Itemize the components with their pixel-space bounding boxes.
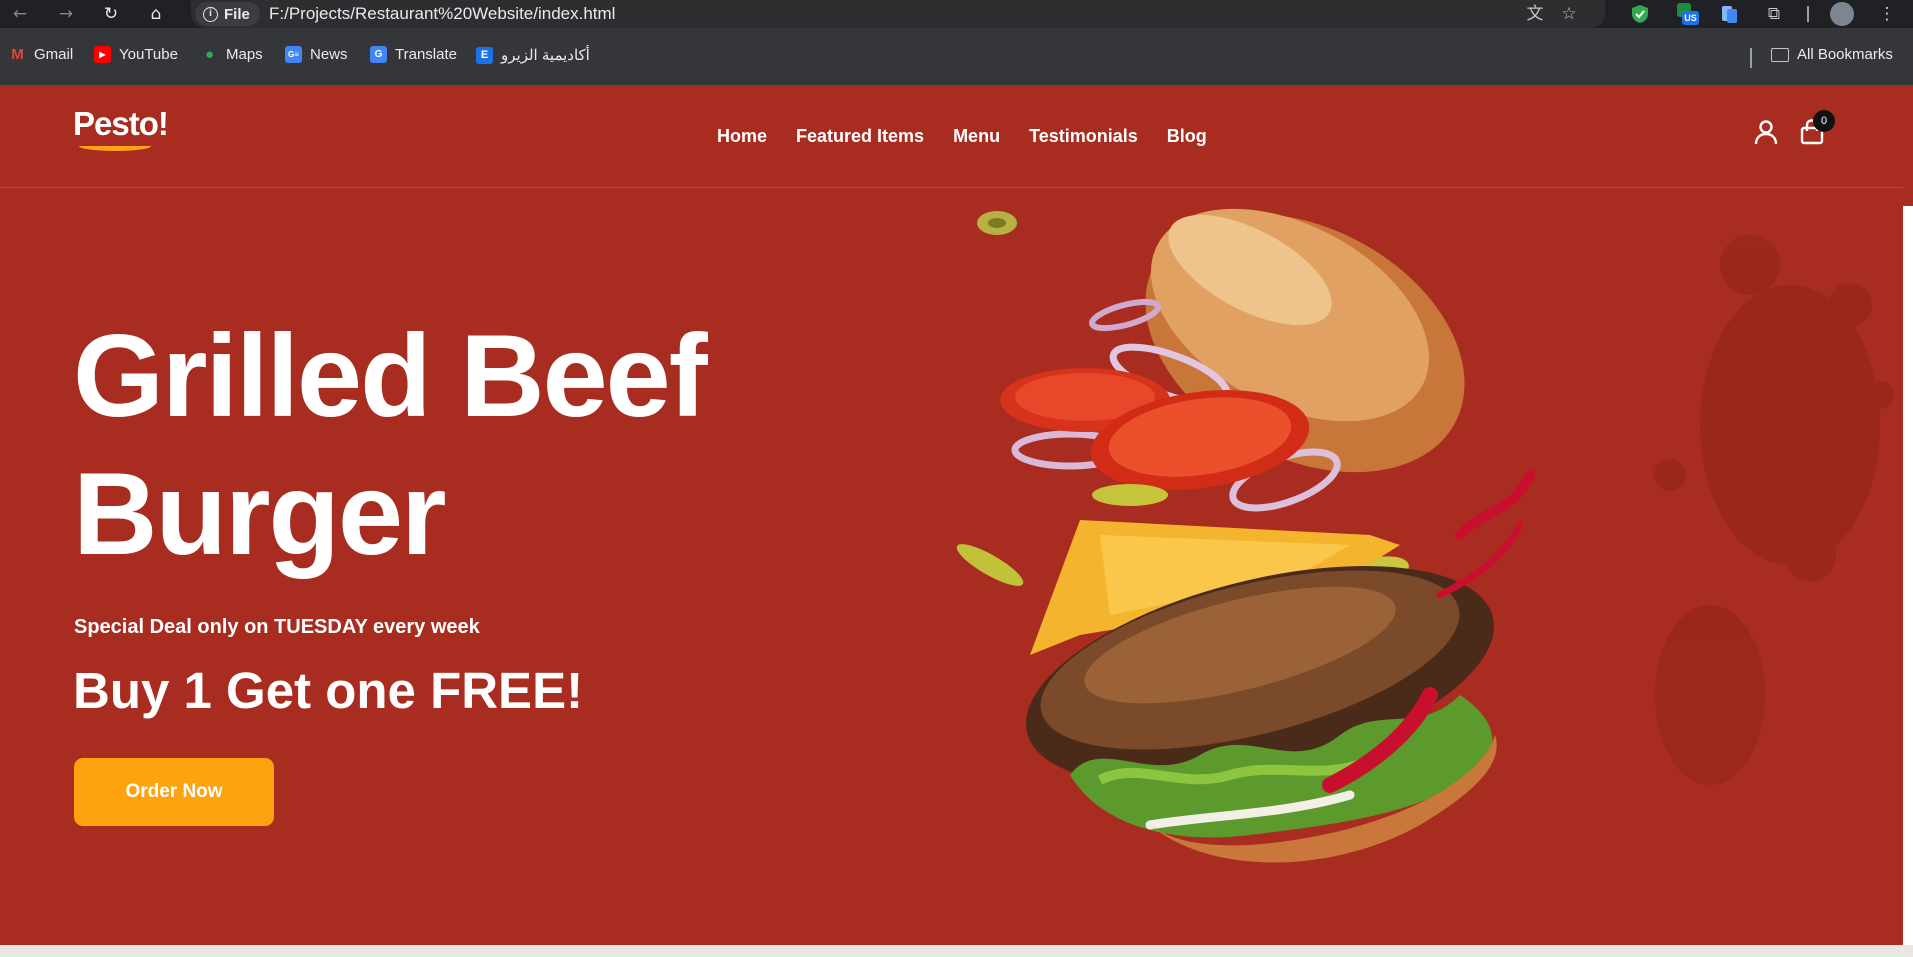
bookmark-label: أكاديمية الزيرو: [501, 47, 590, 64]
bookmark-news[interactable]: G≡ News: [285, 46, 348, 63]
web-page: Pesto! Home Featured Items Menu Testimon…: [0, 85, 1903, 951]
bookmark-label: Maps: [226, 46, 263, 63]
news-icon: G≡: [285, 46, 302, 63]
bookmark-label: Gmail: [34, 46, 74, 63]
youtube-icon: ▶: [94, 46, 111, 63]
site-info-chip[interactable]: i File: [195, 2, 260, 26]
scrollbar-thumb[interactable]: [1903, 206, 1913, 945]
logo-text: Pesto!: [73, 105, 169, 142]
browser-toolbar: ← → ↻ ⌂ i File F:/Projects/Restaurant%20…: [0, 0, 1913, 28]
user-icon[interactable]: [1754, 119, 1778, 145]
bookmarks-bar: M Gmail ▶ YouTube ● Maps G≡ News G Trans…: [0, 28, 1913, 85]
page-bottom-edge: [0, 945, 1913, 957]
bookmarks-divider: [1750, 48, 1752, 68]
gmail-icon: M: [11, 46, 24, 63]
bookmark-maps[interactable]: ● Maps: [201, 46, 263, 63]
docs-extension-icon[interactable]: [1718, 3, 1740, 25]
file-chip-label: File: [224, 5, 250, 23]
bookmark-gmail[interactable]: M Gmail: [9, 46, 73, 63]
cart-count-badge: 0: [1813, 110, 1835, 132]
bookmark-translate[interactable]: G Translate: [370, 46, 457, 63]
nav-menu[interactable]: Menu: [953, 126, 1000, 147]
translate-icon: G: [370, 46, 387, 63]
bookmark-label: YouTube: [119, 46, 178, 63]
hero-title: Grilled Beef Burger: [73, 310, 708, 579]
translate-page-icon[interactable]: 文: [1524, 3, 1546, 25]
bookmark-youtube[interactable]: ▶ YouTube: [94, 46, 178, 63]
order-now-button[interactable]: Order Now: [74, 758, 274, 826]
bookmark-label: News: [310, 46, 348, 63]
vpn-extension-icon[interactable]: US: [1677, 3, 1699, 25]
main-nav: Home Featured Items Menu Testimonials Bl…: [717, 126, 1207, 147]
maps-icon: ●: [204, 46, 215, 63]
back-arrow-icon[interactable]: ←: [8, 2, 32, 26]
folder-icon: [1771, 47, 1789, 62]
info-icon: i: [203, 6, 218, 22]
address-bar[interactable]: i File F:/Projects/Restaurant%20Website/…: [191, 0, 1605, 28]
nav-featured-items[interactable]: Featured Items: [796, 126, 924, 147]
shield-extension-icon[interactable]: [1629, 3, 1651, 25]
nav-home[interactable]: Home: [717, 126, 767, 147]
url-text[interactable]: F:/Projects/Restaurant%20Website/index.h…: [269, 4, 615, 24]
site-logo[interactable]: Pesto!: [73, 105, 173, 155]
reload-icon[interactable]: ↻: [99, 2, 123, 26]
burger-image: [956, 208, 1894, 863]
bookmark-star-icon[interactable]: ☆: [1558, 3, 1580, 25]
hero-offer-text: Buy 1 Get one FREE!: [73, 662, 584, 719]
logo-underline: [79, 141, 151, 151]
more-menu-icon[interactable]: ⋮: [1876, 3, 1898, 25]
bookmark-academy[interactable]: E أكاديمية الزيرو: [476, 46, 590, 64]
hero-deal-text: Special Deal only on TUESDAY every week: [74, 616, 480, 638]
nav-testimonials[interactable]: Testimonials: [1029, 126, 1138, 147]
bookmark-label: Translate: [395, 46, 457, 63]
e-academy-icon: E: [476, 46, 493, 64]
all-bookmarks-button[interactable]: All Bookmarks: [1771, 46, 1893, 63]
profile-avatar[interactable]: [1830, 2, 1854, 26]
home-icon[interactable]: ⌂: [144, 2, 168, 26]
all-bookmarks-label: All Bookmarks: [1797, 46, 1893, 63]
extensions-puzzle-icon[interactable]: ⧉: [1763, 3, 1785, 25]
toolbar-divider: [1807, 6, 1809, 22]
forward-arrow-icon[interactable]: →: [54, 2, 78, 26]
nav-blog[interactable]: Blog: [1167, 126, 1207, 147]
